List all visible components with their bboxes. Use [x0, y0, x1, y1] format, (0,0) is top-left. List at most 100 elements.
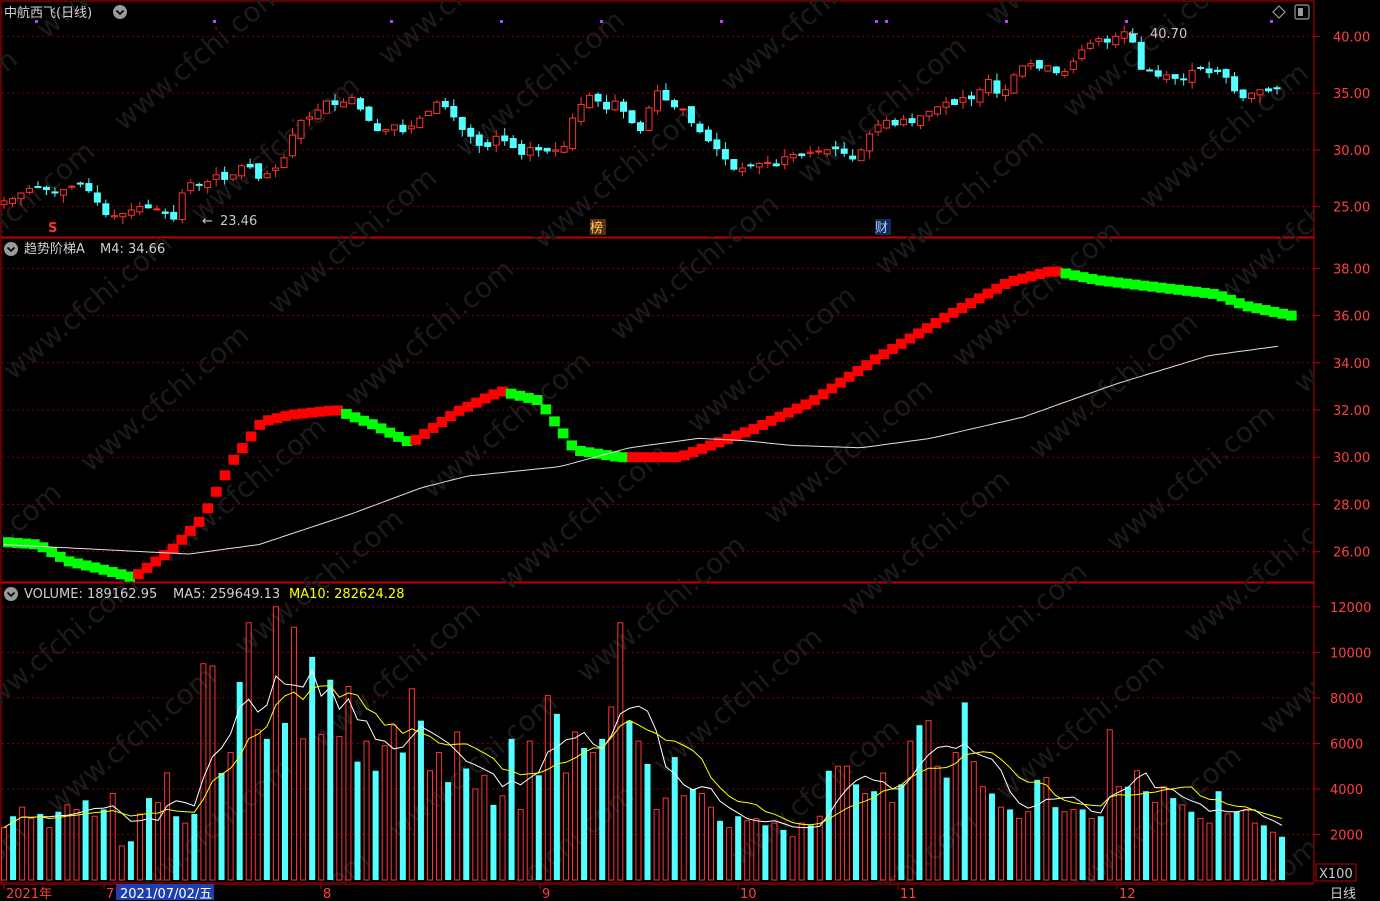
- candle-body: [102, 203, 110, 216]
- volume-bar: [1188, 811, 1195, 880]
- candle-body: [849, 155, 857, 160]
- volume-tick-label: 2000: [1330, 828, 1363, 843]
- event-dot: [885, 20, 888, 23]
- candle-body: [883, 119, 891, 129]
- candle-body: [51, 191, 59, 194]
- volume-dropdown-icon[interactable]: [4, 587, 18, 601]
- volume-bar: [508, 738, 515, 880]
- candle-body: [874, 124, 882, 133]
- candle-body: [815, 150, 823, 153]
- candle-body: [772, 163, 780, 167]
- event-dot: [600, 20, 603, 23]
- candle-body: [348, 97, 356, 105]
- candle-body: [917, 115, 925, 126]
- volume-bar: [1279, 836, 1285, 880]
- candle-body: [1061, 71, 1069, 76]
- candle-body: [161, 211, 169, 214]
- candle-body: [1069, 60, 1077, 70]
- candle-body: [280, 157, 288, 168]
- candle-body: [467, 127, 475, 137]
- indicator-dropdown-icon[interactable]: [4, 242, 18, 256]
- indicator-m4-value: M4: 34.66: [100, 242, 165, 257]
- candle-body: [416, 117, 424, 129]
- candle-body: [0, 200, 8, 205]
- x-axis-label: 8: [323, 887, 331, 901]
- ladder-step: [245, 431, 257, 442]
- volume-bar: [1143, 791, 1150, 880]
- candle-body: [1095, 38, 1103, 42]
- candle-body: [857, 149, 865, 162]
- candle-body: [433, 101, 441, 114]
- candle-body: [42, 186, 50, 191]
- candle-body: [331, 100, 339, 105]
- stock-chart-canvas[interactable]: www.cfchi.com 25.0030.0035.0040.00 26.00…: [0, 0, 1380, 901]
- candle-body: [484, 142, 492, 147]
- candle-body: [153, 208, 161, 211]
- volume-bar: [853, 784, 859, 880]
- ma5-value: MA5: 259649.13: [173, 587, 280, 602]
- ma10-value: MA10: 282624.28: [289, 587, 404, 602]
- candle-body: [458, 116, 466, 130]
- candle-body: [322, 100, 330, 114]
- candle-body: [687, 106, 695, 124]
- candle-body: [314, 109, 322, 120]
- indicator-tick-label: 34.00: [1333, 357, 1370, 372]
- candle-body: [1120, 31, 1128, 39]
- candle-body: [1273, 87, 1281, 90]
- x-axis-label: 7: [106, 887, 114, 901]
- candle-body: [1035, 60, 1043, 69]
- volume-bar: [626, 720, 633, 880]
- volume-bar: [218, 773, 225, 880]
- candle-body: [653, 90, 661, 112]
- candle-body: [679, 108, 687, 111]
- candle-body: [637, 122, 644, 132]
- ladder-step: [228, 454, 240, 465]
- candle-body: [560, 145, 568, 153]
- candle-body: [68, 185, 76, 188]
- candle-body: [1265, 88, 1273, 92]
- candle-body: [1146, 69, 1154, 72]
- candle-body: [76, 182, 84, 185]
- candle-body: [1180, 78, 1188, 81]
- candle-body: [475, 134, 483, 146]
- volume-tick-label: 10000: [1330, 646, 1371, 661]
- high-marker: ←: [1128, 27, 1139, 42]
- candle-body: [1044, 65, 1052, 72]
- volume-bar: [263, 738, 270, 880]
- event-dot: [1005, 20, 1008, 23]
- candle-body: [127, 209, 135, 216]
- candle-body: [1188, 69, 1196, 83]
- bang-marker[interactable]: 榜: [590, 220, 603, 236]
- cai-marker[interactable]: 财: [875, 221, 888, 236]
- candle-body: [34, 186, 42, 189]
- volume-bar: [399, 752, 406, 880]
- ladder-step: [1286, 310, 1297, 321]
- volume-bar: [943, 777, 950, 880]
- candle-body: [1231, 76, 1239, 92]
- candle-body: [339, 101, 347, 108]
- candle-body: [984, 79, 992, 94]
- candle-body: [246, 163, 254, 168]
- x-axis-label: 2021/07/02/五: [120, 887, 212, 901]
- ladder-step: [219, 470, 231, 481]
- price-tick-label: 35.00: [1333, 87, 1370, 102]
- candle-body: [424, 110, 432, 116]
- x-axis-label: 11: [900, 887, 917, 901]
- candle-body: [373, 123, 381, 132]
- candle-body: [1239, 89, 1247, 99]
- candle-body: [959, 97, 967, 103]
- candle-body: [1214, 69, 1222, 73]
- volume-bar: [762, 825, 769, 880]
- ladder-step: [557, 428, 569, 439]
- volume-bar: [1124, 786, 1131, 880]
- candle-body: [1163, 74, 1171, 80]
- signal-s-marker[interactable]: S: [48, 221, 57, 236]
- candle-body: [577, 103, 585, 122]
- x-axis-label: 10: [740, 887, 757, 901]
- price-axis-ticks: 25.00 30.00 35.00 40.00: [1314, 30, 1370, 216]
- period-label[interactable]: 日线: [1330, 887, 1356, 901]
- title-dropdown-icon[interactable]: [113, 5, 127, 19]
- candle-body: [976, 89, 984, 103]
- candle-body: [382, 128, 390, 132]
- candle-body: [509, 138, 517, 149]
